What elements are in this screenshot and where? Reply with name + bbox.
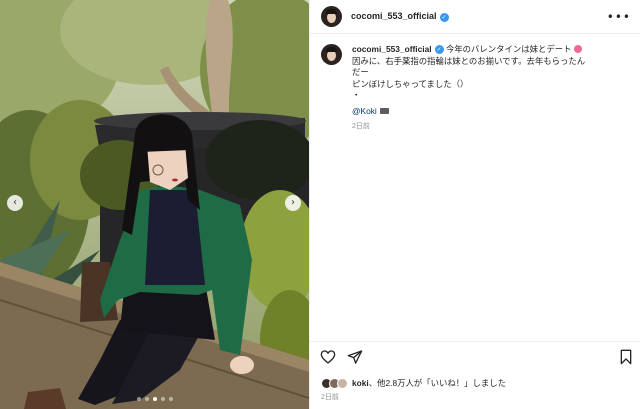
- posted-time: 2日前: [321, 394, 339, 401]
- caption-text-line3: だー: [352, 67, 369, 77]
- share-button[interactable]: [347, 349, 363, 370]
- mention-link[interactable]: @Koki: [352, 106, 377, 116]
- header-username[interactable]: cocomi_553_official ✓: [351, 11, 449, 22]
- caption-text-line5: ・: [352, 90, 361, 100]
- post-actions: koki 、他2.8万人が「いいね！」しました 2日前: [310, 341, 640, 409]
- carousel-dot: [144, 397, 149, 401]
- camera-emoji-icon: [379, 107, 389, 114]
- liker-username[interactable]: koki: [352, 378, 369, 388]
- flower-emoji-icon: [573, 45, 582, 53]
- save-button[interactable]: [619, 349, 633, 370]
- post-photo[interactable]: ‹ ›: [0, 0, 309, 409]
- paper-plane-icon: [347, 350, 363, 364]
- liker-avatars: [321, 377, 348, 389]
- avatar[interactable]: [321, 6, 342, 27]
- caption-timestamp: 2日前: [352, 123, 370, 130]
- carousel-next-button[interactable]: ›: [285, 195, 301, 211]
- caption-avatar[interactable]: [321, 44, 342, 65]
- carousel-dot: [168, 397, 173, 401]
- caption-text-line1: 今年のバレンタインは妹とデート: [445, 44, 572, 54]
- bookmark-icon: [620, 349, 632, 365]
- caption-text-line4: ピンぼけしちゃってました（）: [352, 78, 469, 89]
- caption-username[interactable]: cocomi_553_official: [352, 44, 432, 54]
- post-sidebar: cocomi_553_official ✓ ••• cocomi_553_offi…: [309, 0, 640, 409]
- likes-summary[interactable]: koki 、他2.8万人が「いいね！」しました: [321, 377, 506, 389]
- carousel-dot: [136, 397, 141, 401]
- carousel-indicator: [0, 397, 309, 401]
- caption: cocomi_553_official ✓ 今年のバレンタインは妹とデート 因みに…: [321, 44, 633, 133]
- carousel-dot: [152, 397, 157, 401]
- caption-body: cocomi_553_official ✓ 今年のバレンタインは妹とデート 因みに…: [352, 44, 585, 133]
- carousel-dot: [160, 397, 165, 401]
- carousel-prev-button[interactable]: ‹: [7, 195, 23, 211]
- verified-icon: ✓: [434, 45, 444, 55]
- heart-icon: [320, 350, 336, 364]
- likes-text: 、他2.8万人が「いいね！」しました: [368, 378, 507, 388]
- post-header: cocomi_553_official ✓ •••: [310, 0, 640, 34]
- chevron-left-icon: ‹: [13, 197, 17, 208]
- photo-scene: [0, 0, 309, 409]
- more-options-icon[interactable]: •••: [607, 11, 631, 23]
- caption-text-line2: 因みに、右手薬指の指輪は妹とのお揃いです。去年もらったん: [352, 55, 586, 66]
- verified-icon: ✓: [439, 12, 449, 22]
- chevron-right-icon: ›: [291, 197, 295, 208]
- like-button[interactable]: [320, 349, 336, 370]
- instagram-post: ‹ › cocomi_553_official ✓ ••• cocomi_553_…: [0, 0, 640, 409]
